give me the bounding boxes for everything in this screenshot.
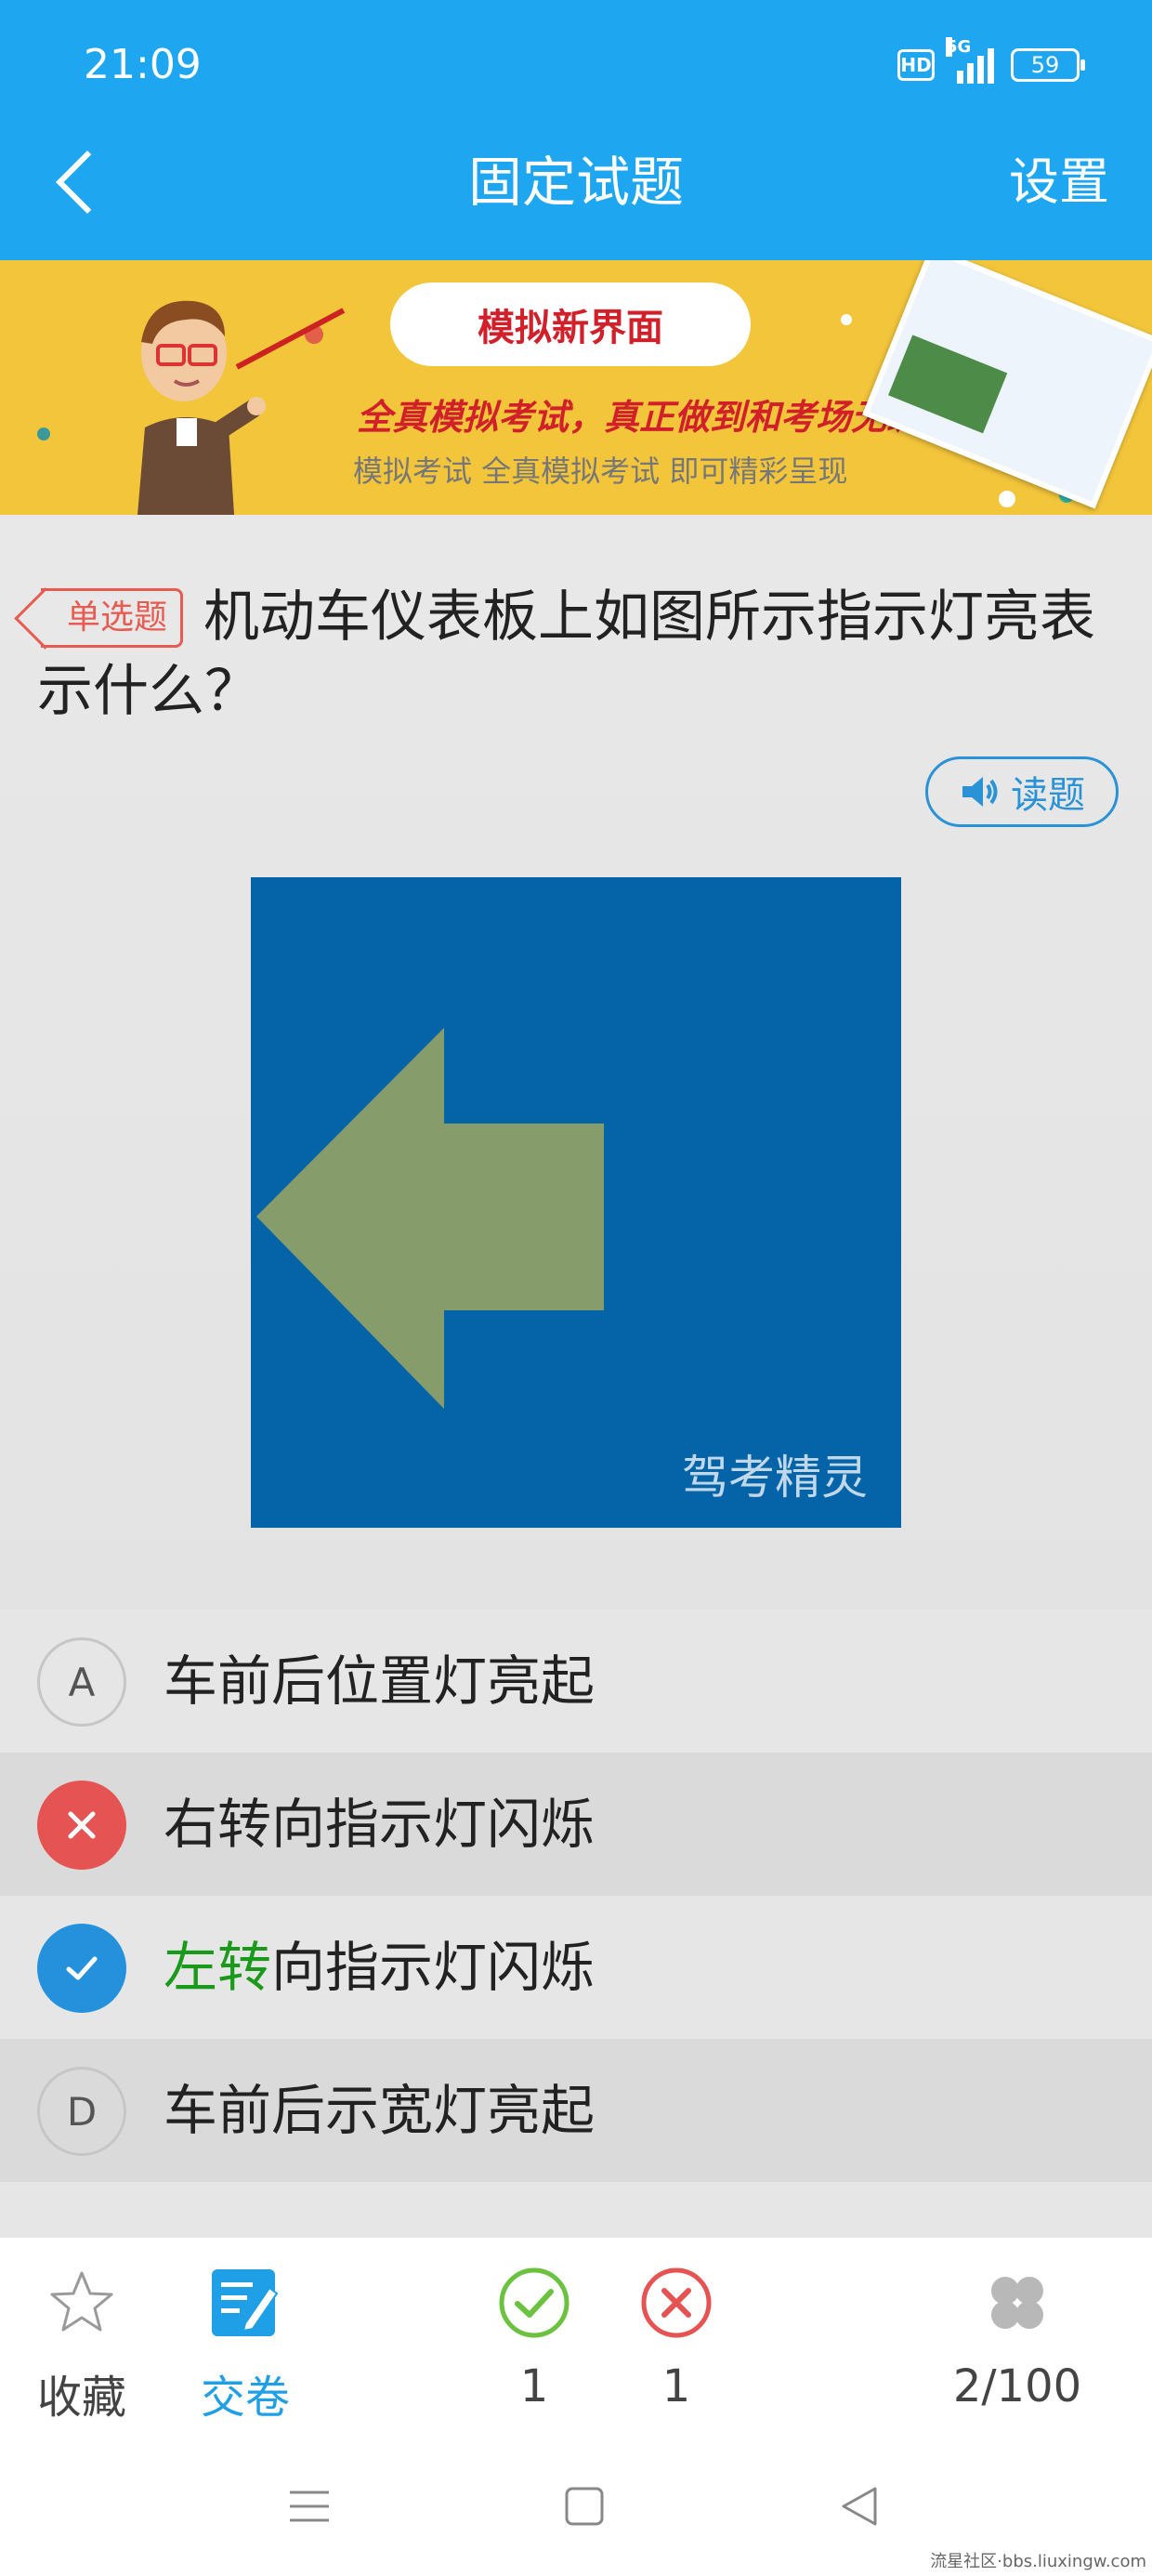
read-question-label: 读题 bbox=[1011, 774, 1085, 817]
confetti-dot bbox=[841, 314, 852, 325]
submit-exam-label: 交卷 bbox=[200, 2372, 290, 2424]
left-arrow-icon bbox=[256, 1028, 604, 1409]
option-b[interactable]: 右转向指示灯闪烁 bbox=[0, 1753, 1152, 1896]
wrong-count-value: 1 bbox=[661, 2360, 691, 2412]
option-a[interactable]: A 车前后位置灯亮起 bbox=[0, 1610, 1152, 1753]
nav-bar: 固定试题 设置 bbox=[0, 104, 1152, 260]
banner-subline: 模拟考试 全真模拟考试 即可精彩呈现 bbox=[353, 453, 848, 489]
home-icon[interactable] bbox=[563, 2485, 606, 2531]
option-a-letter: A bbox=[37, 1637, 126, 1727]
bottom-toolbar: 收藏 交卷 1 1 2/100 bbox=[0, 2238, 1152, 2442]
confetti-dot bbox=[37, 427, 50, 440]
back-nav-icon[interactable] bbox=[838, 2485, 881, 2531]
speaker-icon bbox=[962, 777, 998, 807]
banner-heading: 模拟新界面 bbox=[390, 283, 751, 366]
image-watermark: 驾考精灵 bbox=[682, 1451, 868, 1505]
option-d-letter: D bbox=[37, 2067, 126, 2156]
confetti-dot bbox=[999, 491, 1015, 507]
correct-check-icon bbox=[37, 1924, 126, 2013]
correct-count-value: 1 bbox=[519, 2360, 549, 2412]
footer-credit: 流星社区·bbs.liuxingw.com bbox=[930, 2552, 1146, 2571]
submit-exam-button[interactable]: 交卷 bbox=[190, 2266, 301, 2425]
progress-value: 2/100 bbox=[952, 2360, 1082, 2412]
status-time: 21:09 bbox=[84, 41, 202, 88]
question-type-tag: 单选题 bbox=[41, 588, 184, 648]
question-text: 机动车仪表板上如图所示指示灯亮表示什么？ bbox=[37, 585, 1096, 724]
wrong-count[interactable]: 1 bbox=[621, 2266, 732, 2412]
system-nav-bar: 流星社区·bbs.liuxingw.com bbox=[0, 2442, 1152, 2576]
battery-icon: 59 bbox=[1011, 48, 1085, 82]
favorite-label: 收藏 bbox=[36, 2372, 126, 2424]
teacher-illustration bbox=[137, 300, 266, 515]
promo-banner[interactable]: 模拟新界面 全真模拟考试，真正做到和考场无缝对接。 模拟考试 全真模拟考试 即可… bbox=[0, 260, 1152, 515]
menu-icon[interactable] bbox=[288, 2485, 331, 2531]
option-a-text: 车前后位置灯亮起 bbox=[164, 1649, 596, 1713]
favorite-button[interactable]: 收藏 bbox=[26, 2266, 137, 2425]
option-c-highlight: 左转 bbox=[164, 1936, 272, 1999]
option-c-text: 左转向指示灯闪烁 bbox=[164, 1896, 595, 2039]
option-d-text: 车前后示宽灯亮起 bbox=[164, 2079, 596, 2142]
read-question-button[interactable]: 读题 bbox=[925, 756, 1119, 827]
status-bar: 21:09 HD 5G 59 bbox=[0, 0, 1152, 104]
x-circle-icon bbox=[641, 2267, 712, 2338]
signal-icon: 5G bbox=[946, 37, 994, 84]
option-c-rest: 向指示灯闪烁 bbox=[271, 1936, 596, 1999]
check-circle-icon bbox=[499, 2267, 569, 2338]
question-area: 单选题 机动车仪表板上如图所示指示灯亮表示什么？ 读题 驾考精灵 bbox=[0, 515, 1152, 1610]
option-b-text: 右转向指示灯闪烁 bbox=[164, 1793, 596, 1856]
star-icon bbox=[50, 2271, 113, 2332]
question-image: 驾考精灵 bbox=[251, 877, 901, 1528]
exam-screenshot-image bbox=[862, 260, 1152, 509]
option-c[interactable]: 左转向指示灯闪烁 bbox=[0, 1896, 1152, 2039]
grid-icon bbox=[991, 2277, 1043, 2329]
correct-count[interactable]: 1 bbox=[478, 2266, 590, 2412]
settings-button[interactable]: 设置 bbox=[1009, 147, 1109, 217]
progress-button[interactable]: 2/100 bbox=[929, 2266, 1106, 2412]
hd-icon: HD bbox=[897, 49, 935, 81]
option-d[interactable]: D 车前后示宽灯亮起 bbox=[0, 2039, 1152, 2182]
page-title: 固定试题 bbox=[467, 151, 684, 214]
wrong-x-icon bbox=[37, 1781, 126, 1870]
submit-paper-icon bbox=[212, 2269, 279, 2336]
network-type-label: 5G bbox=[946, 37, 972, 57]
question-text-block: 单选题 机动车仪表板上如图所示指示灯亮表示什么？ bbox=[37, 580, 1124, 729]
status-icons: HD 5G 59 bbox=[897, 37, 1085, 84]
